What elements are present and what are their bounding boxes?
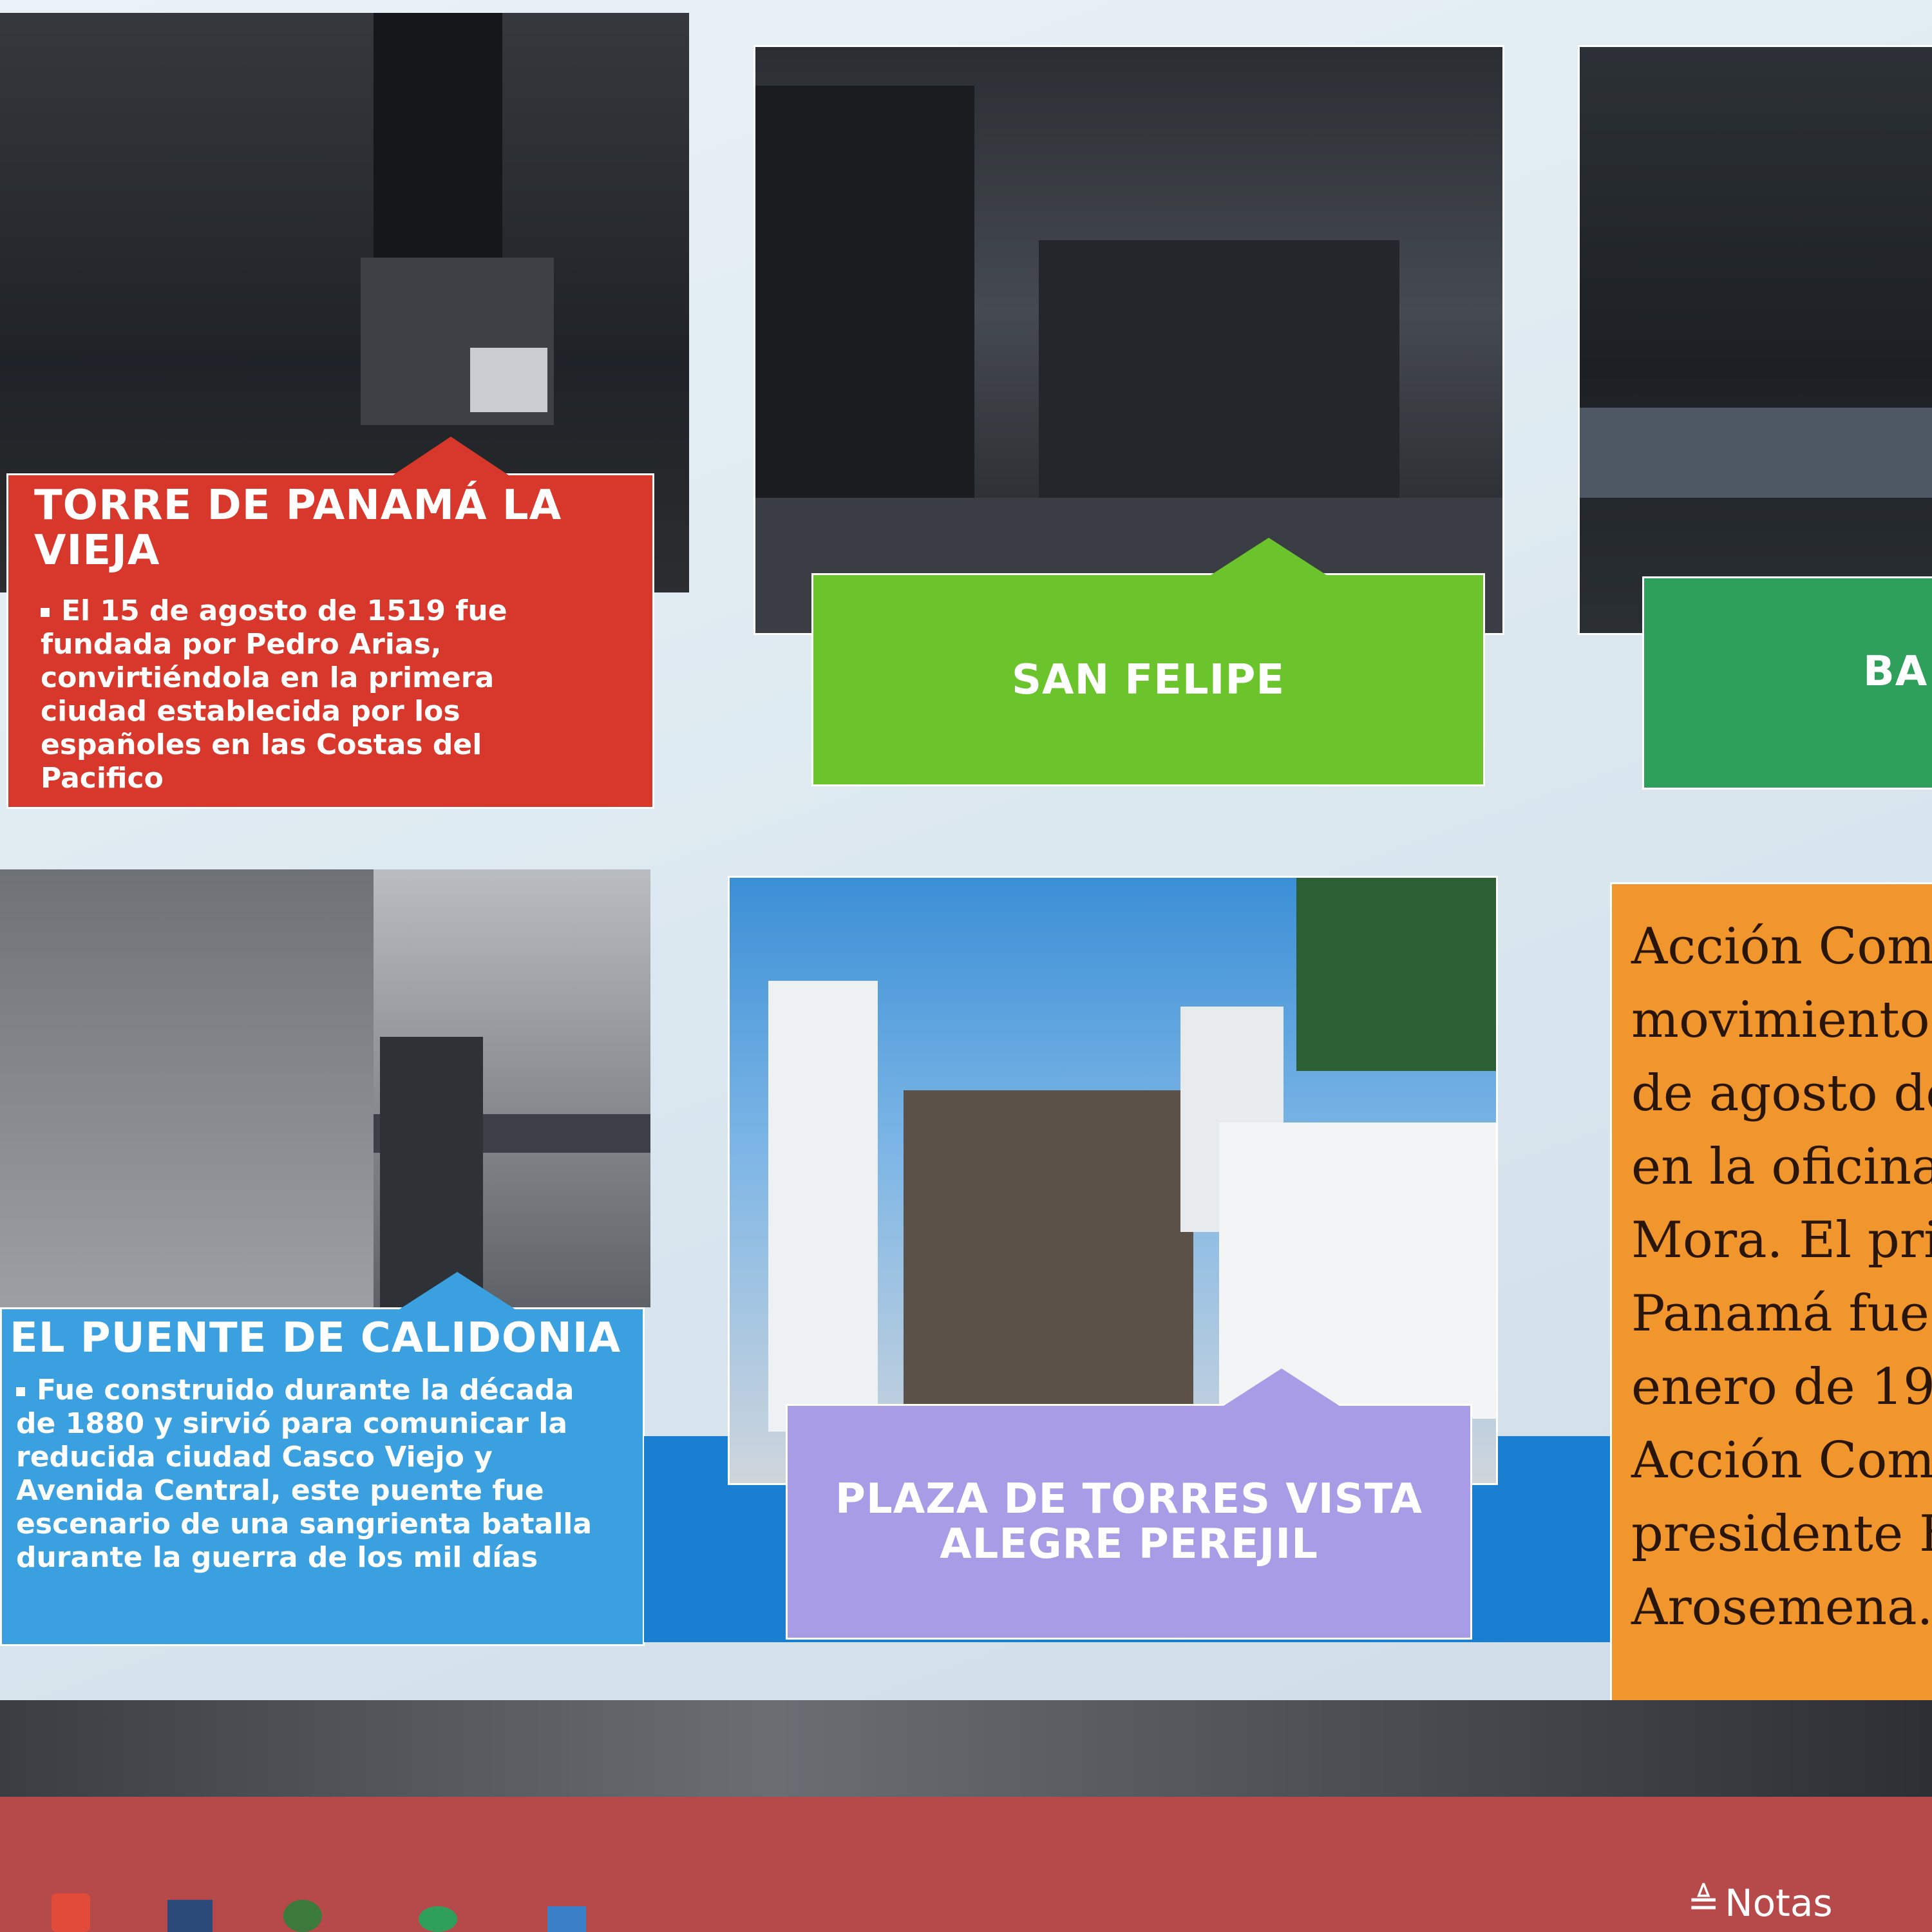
san-felipe-card: SAN FELIPE (811, 573, 1485, 786)
plaza-notch (1224, 1368, 1340, 1406)
torre-description: El 15 de agosto de 1519 fue fundada por … (41, 594, 601, 795)
accion-line-2: movimiento (1631, 991, 1930, 1049)
app-icon-2[interactable] (167, 1900, 213, 1932)
accion-line-10: Arosemena. (1631, 1578, 1932, 1636)
accion-line-5: Mora. El pri (1631, 1211, 1932, 1269)
wall-shape (0, 869, 374, 1307)
san-felipe-photo (753, 45, 1504, 635)
accion-line-4: en la oficina (1631, 1138, 1932, 1196)
san-felipe-notch (1211, 538, 1327, 575)
accion-line-3: de agosto de (1631, 1065, 1932, 1122)
third-card: BA (1642, 576, 1932, 790)
left-tower-shape (768, 981, 878, 1432)
puente-title: EL PUENTE DE CALIDONIA (10, 1314, 621, 1362)
presentation-slide: TORRE DE PANAMÁ LA VIEJA El 15 de agosto… (0, 0, 1932, 1717)
accion-line-9: presidente F (1631, 1505, 1932, 1563)
puente-card: EL PUENTE DE CALIDONIA Fue construido du… (0, 1307, 645, 1646)
san-felipe-title: SAN FELIPE (1011, 656, 1285, 704)
torre-monument-shape (470, 348, 547, 412)
app-icon-1[interactable] (52, 1893, 90, 1932)
third-photo (1578, 45, 1932, 635)
status-bar: ≜ Notas (0, 1797, 1932, 1932)
torre-card: TORRE DE PANAMÁ LA VIEJA El 15 de agosto… (6, 473, 654, 809)
torre-text: El 15 de agosto de 1519 fue fundada por … (41, 594, 507, 795)
notes-button[interactable]: ≜ Notas (1687, 1874, 1833, 1932)
third-card-title: BA (1863, 648, 1928, 696)
plaza-card: PLAZA DE TORRES VISTA ALEGRE PEREJIL (786, 1404, 1472, 1640)
church-facade-shape (904, 1090, 1193, 1425)
puente-notch (399, 1272, 515, 1309)
building-dark-shape (380, 1037, 483, 1307)
bullet-icon (16, 1387, 25, 1396)
puente-description: Fue construido durante la década de 1880… (16, 1374, 615, 1575)
notes-icon: ≜ (1687, 1880, 1720, 1926)
torre-title: TORRE DE PANAMÁ LA VIEJA (34, 482, 562, 574)
app-icon-3[interactable] (283, 1900, 322, 1932)
building-right-shape (1039, 240, 1399, 498)
notes-label: Notas (1725, 1881, 1833, 1925)
app-icon-5[interactable] (547, 1906, 586, 1932)
accion-line-7: enero de 193 (1631, 1358, 1932, 1416)
harbor-shape (1580, 408, 1932, 498)
puente-photo (0, 869, 650, 1307)
plaza-photo (728, 876, 1498, 1485)
slide-thumbnail-strip (0, 1700, 1932, 1797)
accion-card: Acción Com movimiento de agosto de en la… (1610, 882, 1932, 1717)
bullet-icon (41, 608, 50, 617)
building-left-shape (755, 86, 974, 536)
accion-line-6: Panamá fue (1631, 1285, 1929, 1343)
accion-line-1: Acción Com (1631, 918, 1932, 976)
app-icon-4[interactable] (419, 1906, 457, 1932)
accion-line-8: Acción Com (1631, 1432, 1932, 1490)
puente-text: Fue construido durante la década de 1880… (16, 1374, 592, 1574)
tree-shape (1296, 878, 1496, 1071)
plaza-title: PLAZA DE TORRES VISTA ALEGRE PEREJIL (835, 1475, 1423, 1568)
torre-notch (393, 437, 509, 475)
